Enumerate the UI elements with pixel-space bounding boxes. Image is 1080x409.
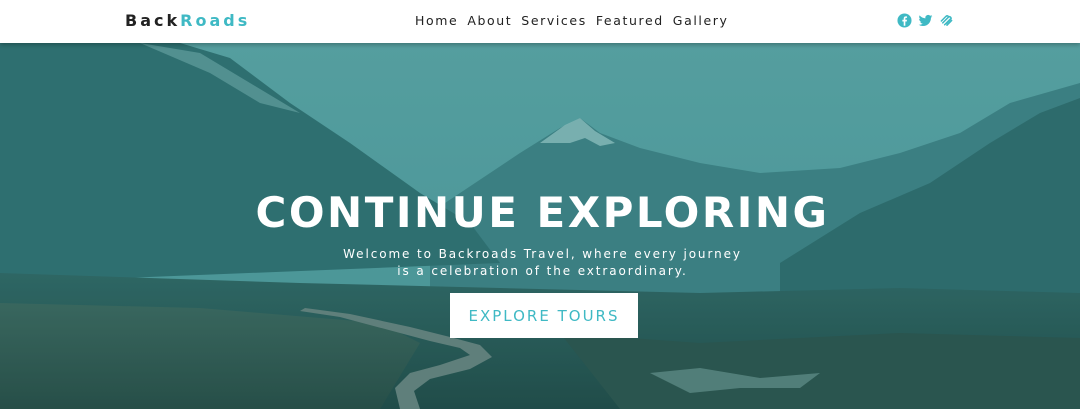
navbar: BackRoads Home About Services Featured G… bbox=[0, 0, 1080, 43]
hero-section: CONTINUE EXPLORING Welcome to Backroads … bbox=[0, 43, 1080, 409]
nav-link-about[interactable]: About bbox=[467, 13, 512, 28]
squarespace-icon[interactable] bbox=[939, 13, 954, 28]
brand-logo-part1: Back bbox=[125, 11, 181, 30]
explore-tours-button[interactable]: EXPLORE TOURS bbox=[450, 293, 638, 338]
hero-title: CONTINUE EXPLORING bbox=[255, 188, 830, 237]
facebook-icon[interactable] bbox=[897, 13, 912, 28]
nav-link-services[interactable]: Services bbox=[521, 13, 587, 28]
nav-link-home[interactable]: Home bbox=[415, 13, 458, 28]
nav-link-gallery[interactable]: Gallery bbox=[673, 13, 729, 28]
brand-logo-part2: Roads bbox=[180, 11, 251, 30]
brand-logo[interactable]: BackRoads bbox=[125, 11, 250, 30]
hero-content: CONTINUE EXPLORING Welcome to Backroads … bbox=[0, 43, 1080, 409]
social-icons bbox=[897, 13, 954, 28]
twitter-icon[interactable] bbox=[918, 13, 933, 28]
hero-subtitle-line2: is a celebration of the extraordinary. bbox=[397, 264, 688, 278]
nav-link-featured[interactable]: Featured bbox=[596, 13, 664, 28]
nav-links: Home About Services Featured Gallery bbox=[415, 13, 729, 28]
hero-subtitle-line1: Welcome to Backroads Travel, where every… bbox=[343, 247, 742, 261]
